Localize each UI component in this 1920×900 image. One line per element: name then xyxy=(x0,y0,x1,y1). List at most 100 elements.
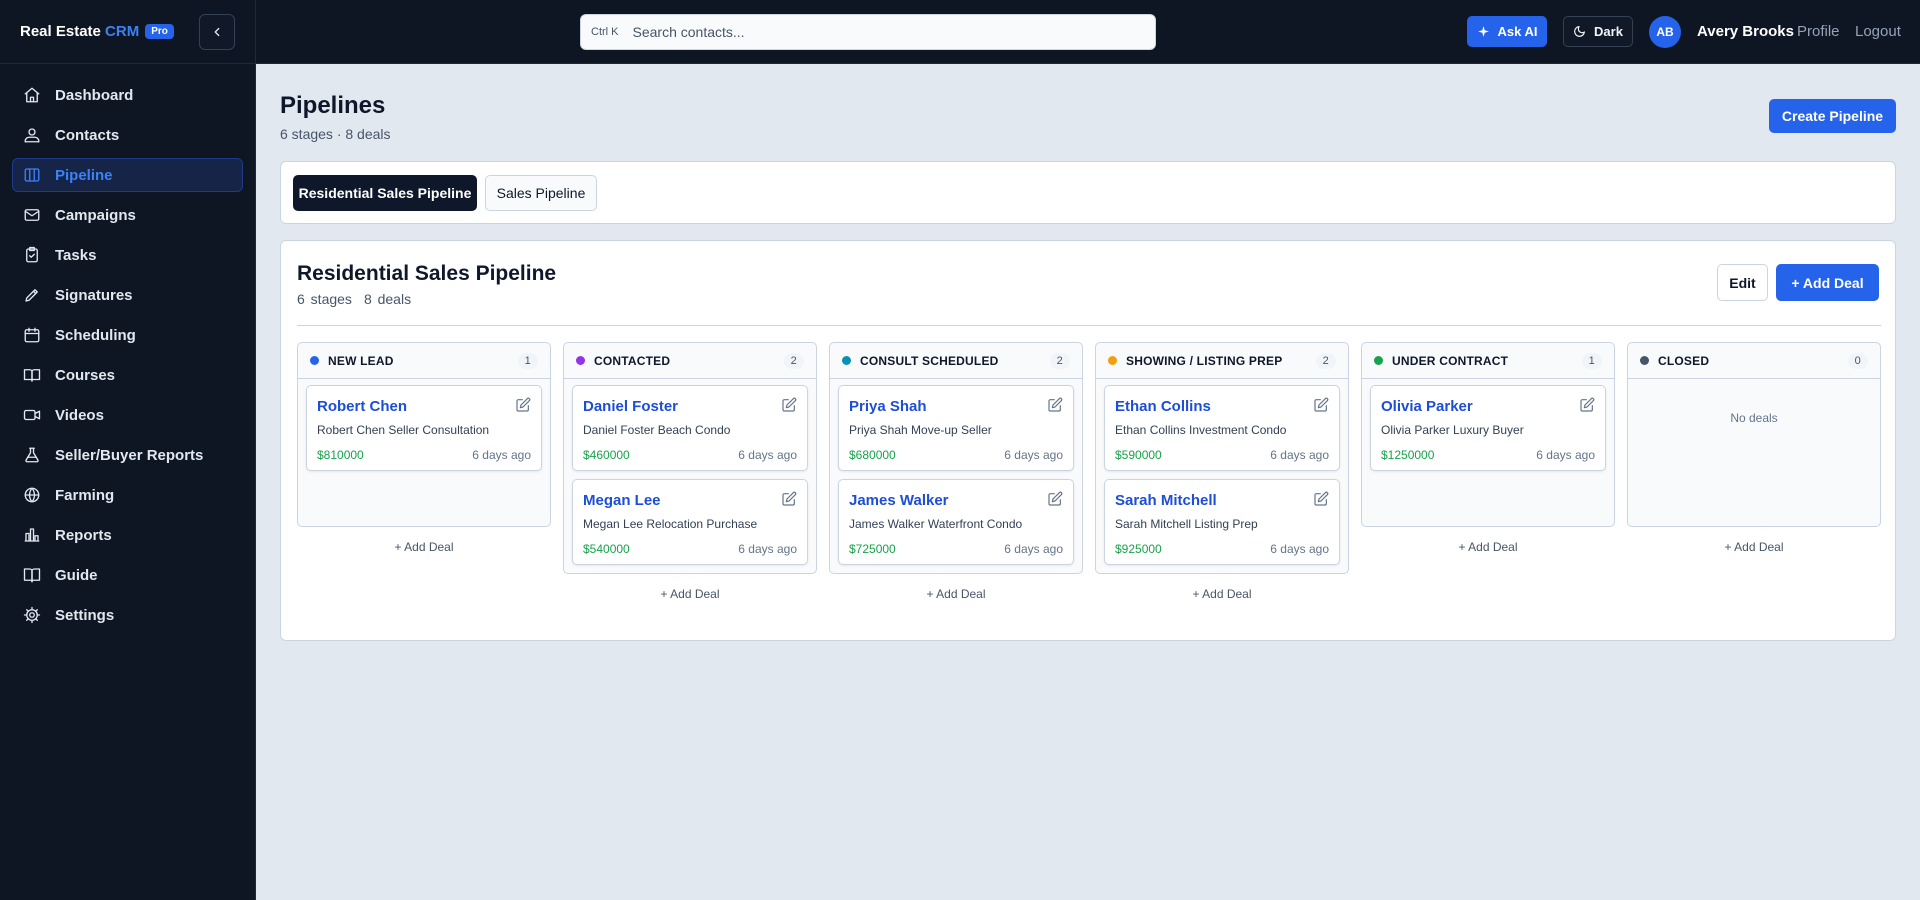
deal-card[interactable]: Ethan Collins Ethan Collins Investment Co… xyxy=(1104,385,1340,471)
deal-age: 6 days ago xyxy=(738,542,797,556)
edit-icon[interactable] xyxy=(1313,397,1329,413)
sidebar-item-scheduling[interactable]: Scheduling xyxy=(12,318,243,352)
columns-icon xyxy=(23,166,41,184)
sidebar-item-label: Dashboard xyxy=(55,86,134,104)
stage-count-badge: 1 xyxy=(1581,352,1602,369)
deal-count: 8 deals xyxy=(363,291,412,307)
avatar[interactable]: AB xyxy=(1649,16,1681,48)
deal-card[interactable]: Sarah Mitchell Sarah Mitchell Listing Pre… xyxy=(1104,479,1340,565)
tab-sales-pipeline[interactable]: Sales Pipeline xyxy=(485,175,597,211)
stage-dropzone[interactable]: Priya Shah Priya Shah Move-up Seller $6800… xyxy=(829,379,1083,574)
book-open-icon xyxy=(23,566,41,584)
stage-dropzone[interactable]: Olivia Parker Olivia Parker Luxury Buyer $… xyxy=(1361,379,1615,527)
deal-value: $590000 xyxy=(1115,448,1162,462)
stage-color-dot xyxy=(1374,356,1383,365)
deal-card[interactable]: James Walker James Walker Waterfront Cond… xyxy=(838,479,1074,565)
deal-card[interactable]: Priya Shah Priya Shah Move-up Seller $6800… xyxy=(838,385,1074,471)
stage-column-showing-listing-prep: SHOWING / LISTING PREP 2 Ethan Collins Etha… xyxy=(1095,342,1349,601)
sidebar-item-dashboard[interactable]: Dashboard xyxy=(12,78,243,112)
deal-age: 6 days ago xyxy=(1004,448,1063,462)
stage-dropzone[interactable]: No deals xyxy=(1627,379,1881,527)
sidebar-item-label: Farming xyxy=(55,486,115,504)
edit-icon[interactable] xyxy=(781,397,797,413)
sidebar-item-label: Contacts xyxy=(55,126,120,144)
ask-ai-label: Ask AI xyxy=(1497,24,1538,39)
edit-icon[interactable] xyxy=(1047,491,1063,507)
sidebar-item-tasks[interactable]: Tasks xyxy=(12,238,243,272)
deal-title: Ethan Collins Investment Condo xyxy=(1115,423,1287,437)
add-deal-link[interactable]: + Add Deal xyxy=(563,587,817,601)
stage-count-badge: 0 xyxy=(1847,352,1868,369)
collapse-sidebar-button[interactable] xyxy=(199,13,235,50)
stage-dropzone[interactable]: Ethan Collins Ethan Collins Investment Co… xyxy=(1095,379,1349,574)
brand-name: Real Estate xyxy=(20,23,101,40)
sidebar-item-contacts[interactable]: Contacts xyxy=(12,118,243,152)
app-logo[interactable]: Real Estate CRM Pro xyxy=(20,23,174,40)
add-deal-link[interactable]: + Add Deal xyxy=(1095,587,1349,601)
edit-icon[interactable] xyxy=(1579,397,1595,413)
divider xyxy=(297,325,1881,326)
deal-value: $725000 xyxy=(849,542,896,556)
add-deal-link[interactable]: + Add Deal xyxy=(829,587,1083,601)
logout-link[interactable]: Logout xyxy=(1855,23,1901,40)
sidebar-item-seller-buyer-reports[interactable]: Seller/Buyer Reports xyxy=(12,438,243,472)
add-deal-link[interactable]: + Add Deal xyxy=(297,540,551,554)
deal-title: Robert Chen Seller Consultation xyxy=(317,423,490,437)
add-deal-link[interactable]: + Add Deal xyxy=(1627,540,1881,554)
globe-icon xyxy=(23,486,41,504)
add-deal-link[interactable]: + Add Deal xyxy=(1361,540,1615,554)
empty-state: No deals xyxy=(1730,411,1778,425)
deal-contact-name[interactable]: Megan Lee xyxy=(583,492,797,509)
deal-card[interactable]: Robert Chen Robert Chen Seller Consultati… xyxy=(306,385,542,471)
deal-value: $1250000 xyxy=(1381,448,1435,462)
sidebar-item-label: Seller/Buyer Reports xyxy=(55,446,204,464)
sidebar-item-settings[interactable]: Settings xyxy=(12,598,243,632)
sidebar-item-guide[interactable]: Guide xyxy=(12,558,243,592)
stage-name: CONSULT SCHEDULED xyxy=(860,353,999,368)
deal-contact-name[interactable]: Robert Chen xyxy=(317,398,531,415)
edit-icon[interactable] xyxy=(781,491,797,507)
sidebar-item-label: Videos xyxy=(55,406,104,424)
add-deal-button[interactable]: + Add Deal xyxy=(1776,264,1879,301)
deal-age: 6 days ago xyxy=(1270,448,1329,462)
stage-count-badge: 2 xyxy=(1049,352,1070,369)
deal-contact-name[interactable]: Sarah Mitchell xyxy=(1115,492,1329,509)
sidebar-item-videos[interactable]: Videos xyxy=(12,398,243,432)
stage-header: CONSULT SCHEDULED 2 xyxy=(829,342,1083,379)
sidebar-item-courses[interactable]: Courses xyxy=(12,358,243,392)
deal-card[interactable]: Daniel Foster Daniel Foster Beach Condo $4… xyxy=(572,385,808,471)
ask-ai-button[interactable]: Ask AI xyxy=(1467,16,1547,47)
dark-mode-label: Dark xyxy=(1594,24,1623,39)
create-pipeline-button[interactable]: Create Pipeline xyxy=(1769,99,1896,133)
stage-header: CONTACTED 2 xyxy=(563,342,817,379)
sidebar-item-pipeline[interactable]: Pipeline xyxy=(12,158,243,192)
search-box[interactable]: Ctrl K xyxy=(580,14,1156,50)
deal-card[interactable]: Olivia Parker Olivia Parker Luxury Buyer $… xyxy=(1370,385,1606,471)
sidebar-item-campaigns[interactable]: Campaigns xyxy=(12,198,243,232)
stage-dropzone[interactable]: Robert Chen Robert Chen Seller Consultati… xyxy=(297,379,551,527)
edit-icon[interactable] xyxy=(515,397,531,413)
deal-age: 6 days ago xyxy=(738,448,797,462)
home-icon xyxy=(23,86,41,104)
sidebar-item-reports[interactable]: Reports xyxy=(12,518,243,552)
flask-icon xyxy=(23,446,41,464)
page-subtitle: 6 stages · 8 deals xyxy=(280,126,391,142)
stage-dropzone[interactable]: Daniel Foster Daniel Foster Beach Condo $4… xyxy=(563,379,817,574)
search-input[interactable] xyxy=(632,24,1113,40)
deal-contact-name[interactable]: James Walker xyxy=(849,492,1063,509)
tab-residential-sales-pipeline[interactable]: Residential Sales Pipeline xyxy=(293,175,477,211)
sidebar-item-signatures[interactable]: Signatures xyxy=(12,278,243,312)
mail-icon xyxy=(23,206,41,224)
edit-icon[interactable] xyxy=(1313,491,1329,507)
sidebar-item-farming[interactable]: Farming xyxy=(12,478,243,512)
edit-pipeline-button[interactable]: Edit xyxy=(1717,264,1768,301)
dark-mode-button[interactable]: Dark xyxy=(1563,16,1633,47)
sidebar-item-label: Tasks xyxy=(55,246,97,264)
deal-contact-name[interactable]: Ethan Collins xyxy=(1115,398,1329,415)
deal-contact-name[interactable]: Daniel Foster xyxy=(583,398,797,415)
deal-card[interactable]: Megan Lee Megan Lee Relocation Purchase $5… xyxy=(572,479,808,565)
deal-contact-name[interactable]: Priya Shah xyxy=(849,398,1063,415)
profile-link[interactable]: Profile xyxy=(1797,23,1840,40)
edit-icon[interactable] xyxy=(1047,397,1063,413)
deal-contact-name[interactable]: Olivia Parker xyxy=(1381,398,1595,415)
